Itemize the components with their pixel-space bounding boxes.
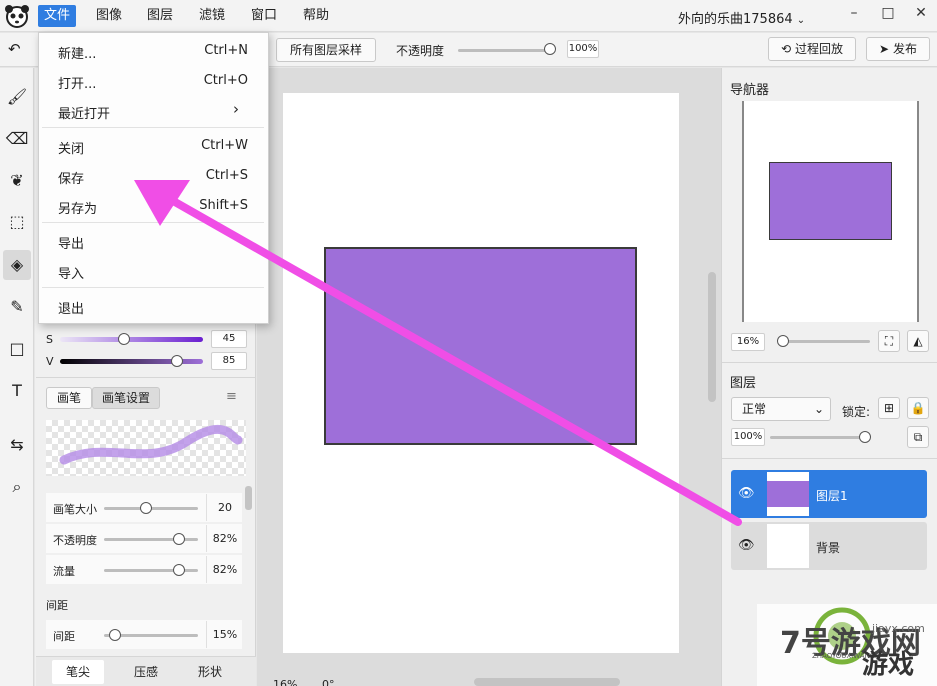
annotation-arrow-icon xyxy=(134,180,742,526)
watermark-site: jiayx.com xyxy=(872,622,925,635)
watermark-game-text: 游戏 xyxy=(862,650,915,680)
